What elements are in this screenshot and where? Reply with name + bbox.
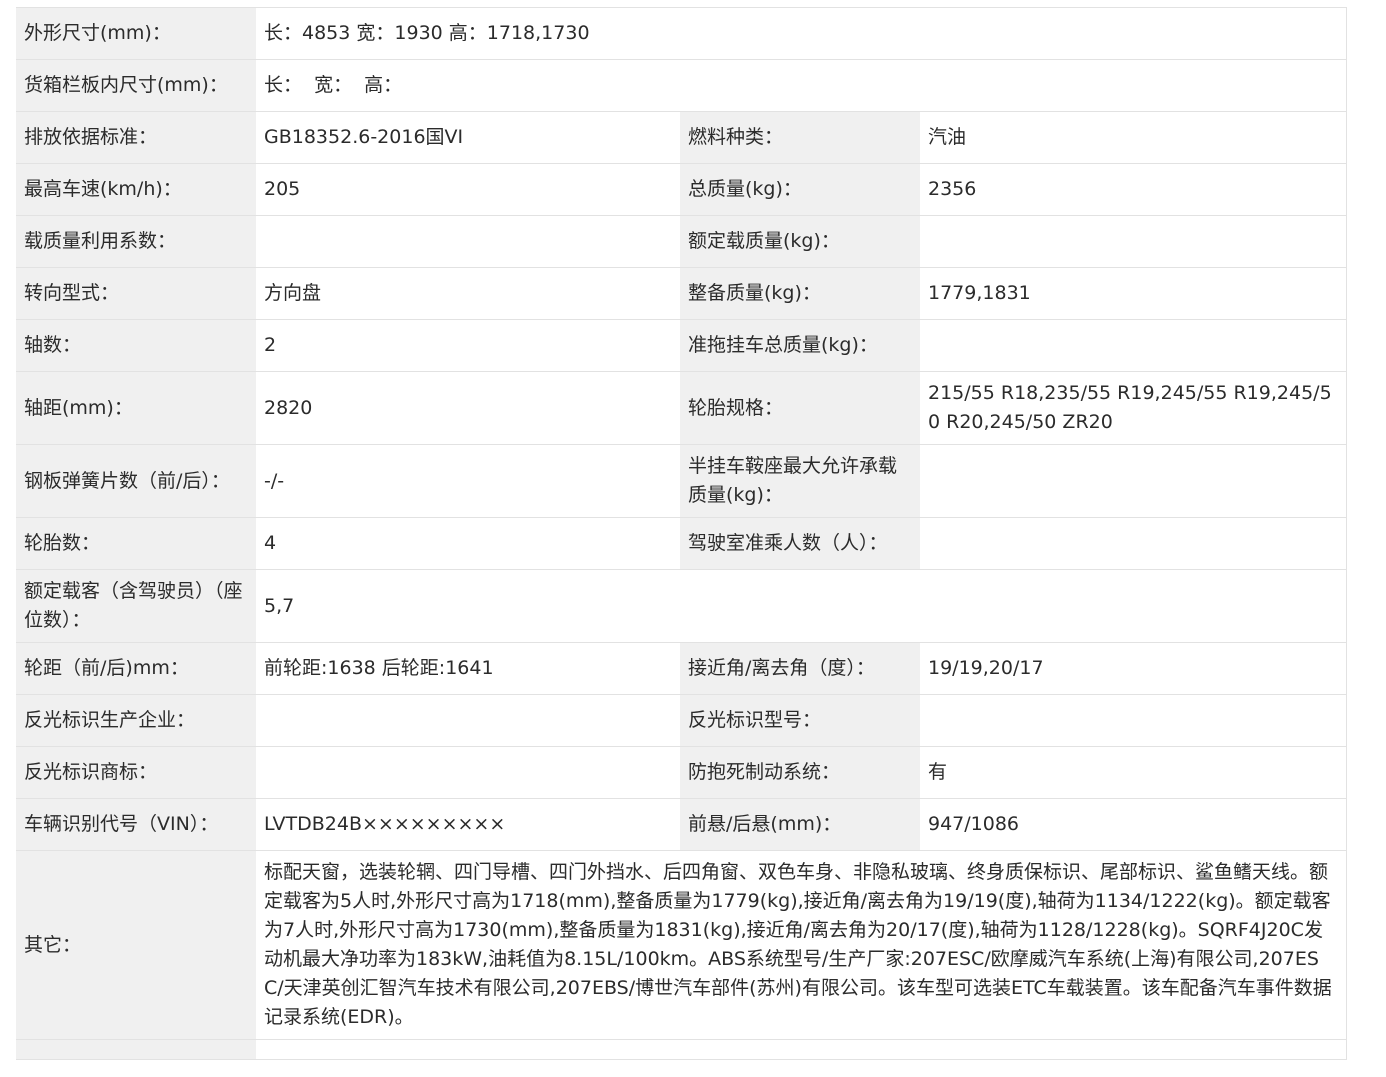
table-row: 轴数： 2 准拖挂车总质量(kg)： [16, 319, 1347, 372]
cargo-box-label: 货箱栏板内尺寸(mm)： [16, 59, 256, 112]
dimensions-value: 长：4853 宽：1930 高：1718,1730 [256, 7, 1347, 60]
rated-load-value [920, 215, 1347, 268]
saddle-load-value [920, 444, 1347, 518]
reflective-brand-value [256, 746, 680, 799]
steering-value: 方向盘 [256, 267, 680, 320]
empty-cell [256, 1039, 1347, 1060]
cab-passengers-value [920, 517, 1347, 570]
tire-count-value: 4 [256, 517, 680, 570]
tire-spec-label: 轮胎规格： [680, 371, 920, 445]
fuel-type-value: 汽油 [920, 111, 1347, 164]
reflective-maker-value [256, 694, 680, 747]
emission-standard-value: GB18352.6-2016国VI [256, 111, 680, 164]
fuel-type-label: 燃料种类： [680, 111, 920, 164]
overhang-label: 前悬/后悬(mm)： [680, 798, 920, 851]
curb-mass-label: 整备质量(kg)： [680, 267, 920, 320]
wheelbase-label: 轴距(mm)： [16, 371, 256, 445]
reflective-maker-label: 反光标识生产企业： [16, 694, 256, 747]
table-row: 转向型式： 方向盘 整备质量(kg)： 1779,1831 [16, 267, 1347, 320]
table-row: 反光标识商标： 防抱死制动系统： 有 [16, 746, 1347, 799]
max-speed-label: 最高车速(km/h)： [16, 163, 256, 216]
table-row [16, 1039, 1347, 1060]
table-row: 货箱栏板内尺寸(mm)： 长： 宽： 高： [16, 59, 1347, 112]
trailer-mass-value [920, 319, 1347, 372]
leaf-springs-value: -/- [256, 444, 680, 518]
steering-label: 转向型式： [16, 267, 256, 320]
table-row: 轴距(mm)： 2820 轮胎规格： 215/55 R18,235/55 R19… [16, 371, 1347, 445]
table-row: 载质量利用系数： 额定载质量(kg)： [16, 215, 1347, 268]
max-speed-value: 205 [256, 163, 680, 216]
total-mass-label: 总质量(kg)： [680, 163, 920, 216]
track-value: 前轮距:1638 后轮距:1641 [256, 642, 680, 695]
other-label: 其它： [16, 850, 256, 1040]
table-row: 其它： 标配天窗，选装轮辋、四门导槽、四门外挡水、后四角窗、双色车身、非隐私玻璃… [16, 850, 1347, 1040]
other-value: 标配天窗，选装轮辋、四门导槽、四门外挡水、后四角窗、双色车身、非隐私玻璃、终身质… [256, 850, 1347, 1040]
vin-label: 车辆识别代号（VIN）： [16, 798, 256, 851]
total-mass-value: 2356 [920, 163, 1347, 216]
tire-count-label: 轮胎数： [16, 517, 256, 570]
abs-value: 有 [920, 746, 1347, 799]
track-label: 轮距（前/后)mm： [16, 642, 256, 695]
table-row: 额定载客（含驾驶员）（座位数）： 5,7 [16, 569, 1347, 643]
vehicle-spec-table: 外形尺寸(mm)： 长：4853 宽：1930 高：1718,1730 货箱栏板… [16, 7, 1347, 1060]
trailer-mass-label: 准拖挂车总质量(kg)： [680, 319, 920, 372]
emission-standard-label: 排放依据标准： [16, 111, 256, 164]
table-row: 钢板弹簧片数（前/后）： -/- 半挂车鞍座最大允许承载质量(kg)： [16, 444, 1347, 518]
table-row: 最高车速(km/h)： 205 总质量(kg)： 2356 [16, 163, 1347, 216]
axles-value: 2 [256, 319, 680, 372]
rated-passengers-label: 额定载客（含驾驶员）（座位数）： [16, 569, 256, 643]
wheelbase-value: 2820 [256, 371, 680, 445]
table-row: 排放依据标准： GB18352.6-2016国VI 燃料种类： 汽油 [16, 111, 1347, 164]
table-row: 外形尺寸(mm)： 长：4853 宽：1930 高：1718,1730 [16, 7, 1347, 60]
dimensions-label: 外形尺寸(mm)： [16, 7, 256, 60]
approach-departure-label: 接近角/离去角（度）： [680, 642, 920, 695]
reflective-model-value [920, 694, 1347, 747]
tire-spec-value: 215/55 R18,235/55 R19,245/55 R19,245/50 … [920, 371, 1347, 445]
table-row: 反光标识生产企业： 反光标识型号： [16, 694, 1347, 747]
rated-load-label: 额定载质量(kg)： [680, 215, 920, 268]
vin-value: LVTDB24B××××××××× [256, 798, 680, 851]
saddle-load-label: 半挂车鞍座最大允许承载质量(kg)： [680, 444, 920, 518]
load-utilization-value [256, 215, 680, 268]
axles-label: 轴数： [16, 319, 256, 372]
table-row: 轮胎数： 4 驾驶室准乘人数（人）： [16, 517, 1347, 570]
curb-mass-value: 1779,1831 [920, 267, 1347, 320]
cargo-box-value: 长： 宽： 高： [256, 59, 1347, 112]
leaf-springs-label: 钢板弹簧片数（前/后）： [16, 444, 256, 518]
empty-cell [16, 1039, 256, 1060]
reflective-brand-label: 反光标识商标： [16, 746, 256, 799]
abs-label: 防抱死制动系统： [680, 746, 920, 799]
rated-passengers-value: 5,7 [256, 569, 1347, 643]
cab-passengers-label: 驾驶室准乘人数（人）： [680, 517, 920, 570]
load-utilization-label: 载质量利用系数： [16, 215, 256, 268]
approach-departure-value: 19/19,20/17 [920, 642, 1347, 695]
overhang-value: 947/1086 [920, 798, 1347, 851]
table-row: 轮距（前/后)mm： 前轮距:1638 后轮距:1641 接近角/离去角（度）：… [16, 642, 1347, 695]
reflective-model-label: 反光标识型号： [680, 694, 920, 747]
table-row: 车辆识别代号（VIN）： LVTDB24B××××××××× 前悬/后悬(mm)… [16, 798, 1347, 851]
